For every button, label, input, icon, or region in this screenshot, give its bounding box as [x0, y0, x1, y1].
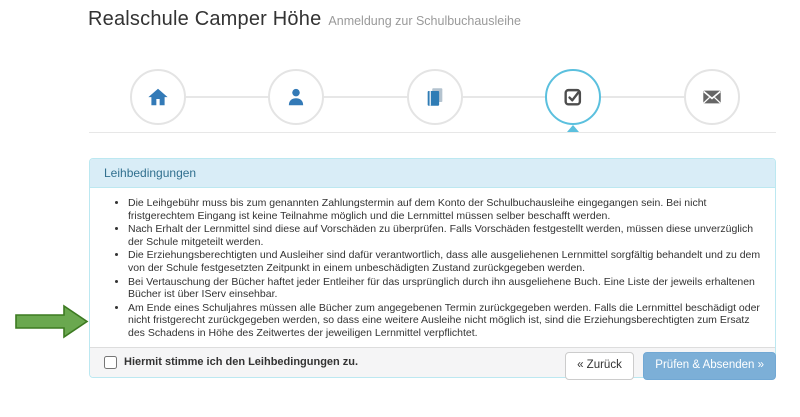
panel-body: Die Leihgebühr muss bis zum genannten Za… — [90, 188, 775, 347]
book-icon — [424, 86, 446, 108]
term-item: Nach Erhalt der Lernmittel sind diese au… — [128, 223, 761, 248]
home-icon — [147, 86, 169, 108]
user-icon — [285, 86, 307, 108]
step-start[interactable] — [130, 69, 186, 125]
green-callout-arrow-icon — [14, 304, 89, 339]
submit-button[interactable]: Prüfen & Absenden » — [643, 352, 776, 380]
terms-list: Die Leihgebühr muss bis zum genannten Za… — [104, 197, 761, 340]
action-button-row: « Zurück Prüfen & Absenden » — [0, 352, 776, 380]
back-button[interactable]: « Zurück — [565, 352, 634, 380]
step-absenden[interactable] — [684, 69, 740, 125]
leihbedingungen-panel: Leihbedingungen Die Leihgebühr muss bis … — [89, 158, 776, 378]
step-leihbedingungen-active[interactable] — [545, 69, 601, 125]
check-square-icon — [562, 86, 584, 108]
term-item: Am Ende eines Schuljahres müssen alle Bü… — [128, 302, 761, 340]
step-kontaktdaten[interactable] — [268, 69, 324, 125]
envelope-icon — [701, 86, 723, 108]
stepper-divider — [89, 132, 776, 133]
wizard-stepper — [0, 0, 800, 140]
term-item: Bei Vertauschung der Bücher haftet jeder… — [128, 276, 761, 301]
panel-heading: Leihbedingungen — [90, 159, 775, 188]
step-buecher[interactable] — [407, 69, 463, 125]
term-item: Die Leihgebühr muss bis zum genannten Za… — [128, 197, 761, 222]
term-item: Die Erziehungsberechtigten und Ausleiher… — [128, 249, 761, 274]
active-step-pointer-icon — [567, 125, 579, 132]
